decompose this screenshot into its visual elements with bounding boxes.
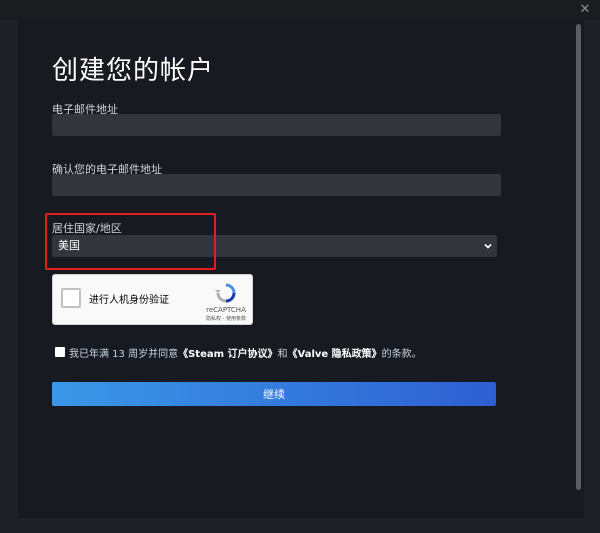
recaptcha-brand: reCAPTCHA — [206, 306, 246, 314]
recaptcha-links[interactable]: 隐私权 - 使用条款 — [198, 315, 254, 322]
agreement-prefix: 我已年满 13 周岁并同意 — [69, 348, 179, 360]
continue-button[interactable]: 继续 — [52, 382, 496, 406]
agreement-checkbox[interactable] — [55, 347, 65, 357]
agreement-text: 我已年满 13 周岁并同意《Steam 订户协议》和《Valve 隐私政策》的条… — [69, 345, 422, 360]
agreement-suffix: 的条款。 — [381, 348, 422, 360]
close-icon[interactable]: ✕ — [578, 3, 592, 17]
recaptcha-logo-icon — [215, 283, 236, 303]
agreement-middle: 和 — [277, 348, 288, 360]
subscriber-agreement-link[interactable]: 《Steam 订户协议》 — [178, 349, 277, 360]
chevron-down-icon — [484, 243, 492, 249]
scrollbar-thumb[interactable] — [576, 24, 581, 490]
email-field[interactable] — [52, 114, 501, 136]
confirm-email-field[interactable] — [52, 174, 501, 196]
privacy-policy-link[interactable]: 《Valve 隐私政策》 — [288, 349, 382, 360]
country-highlight-box — [45, 213, 216, 270]
page-title: 创建您的帐户 — [52, 56, 215, 86]
recaptcha-label: 进行人机身份验证 — [89, 295, 169, 306]
recaptcha-widget: 进行人机身份验证 reCAPTCHA 隐私权 - 使用条款 — [52, 274, 253, 325]
agreement-row: 我已年满 13 周岁并同意《Steam 订户协议》和《Valve 隐私政策》的条… — [55, 345, 422, 360]
window-titlebar: ✕ — [0, 0, 600, 20]
recaptcha-checkbox[interactable] — [61, 288, 81, 308]
